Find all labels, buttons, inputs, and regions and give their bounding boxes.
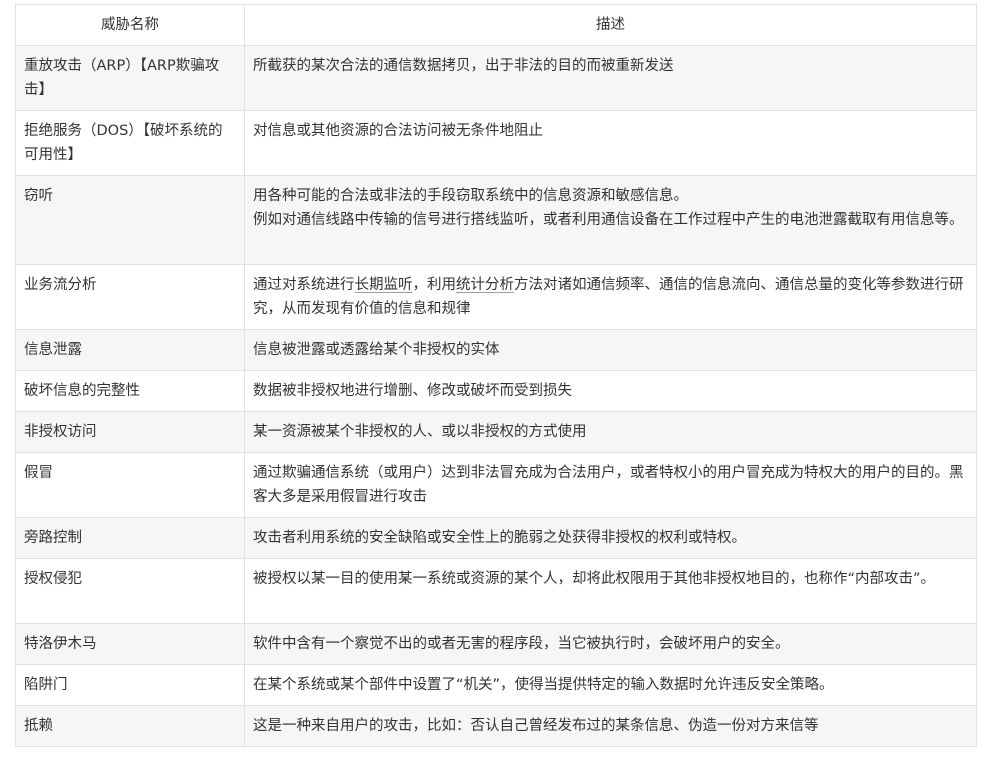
header-description: 描述 xyxy=(244,4,977,46)
table-row: 非授权访问 某一资源被某个非授权的人、或以非授权的方式使用 xyxy=(15,411,977,453)
description-line: 攻击者利用系统的安全缺陷或安全性上的脆弱之处获得非授权的权利或特权。 xyxy=(253,530,746,546)
description-line: 所截获的某次合法的通信数据拷贝，出于非法的目的而被重新发送 xyxy=(253,58,674,74)
description-line: 通过欺骗通信系统（或用户）达到非法冒充成为合法用户，或者特权小的用户冒充成为特权… xyxy=(253,465,964,505)
threat-name-cell: 特洛伊木马 xyxy=(15,623,245,665)
description-line: 某一资源被某个非授权的人、或以非授权的方式使用 xyxy=(253,424,587,440)
table-header-row: 威胁名称 描述 xyxy=(15,4,977,46)
threat-description-cell: 攻击者利用系统的安全缺陷或安全性上的脆弱之处获得非授权的权利或特权。 xyxy=(244,517,977,559)
threat-name-cell: 重放攻击（ARP）【ARP欺骗攻击】 xyxy=(15,45,245,111)
description-line: 软件中含有一个察觉不出的或者无害的程序段，当它被执行时，会破坏用户的安全。 xyxy=(253,636,790,652)
table-row: 陷阱门 在某个系统或某个部件中设置了“机关”，使得当提供特定的输入数据时允许违反安… xyxy=(15,664,977,706)
threat-name-cell: 非授权访问 xyxy=(15,411,245,453)
description-line: 用各种可能的合法或非法的手段窃取系统中的信息资源和敏感信息。 xyxy=(253,188,688,204)
description-line: 这是一种来自用户的攻击，比如：否认自己曾经发布过的某条信息、伪造一份对方来信等 xyxy=(253,718,819,734)
threat-description-cell: 通过对系统进行长期监听，利用统计分析方法对诸如通信频率、通信的信息流向、通信总量… xyxy=(244,264,977,330)
threat-description-cell: 某一资源被某个非授权的人、或以非授权的方式使用 xyxy=(244,411,977,453)
description-line: 例如对通信线路中传输的信号进行搭线监听，或者利用通信设备在工作过程中产生的电池泄… xyxy=(253,212,964,228)
table-row: 重放攻击（ARP）【ARP欺骗攻击】 所截获的某次合法的通信数据拷贝，出于非法的目… xyxy=(15,45,977,111)
threat-name-cell: 业务流分析 xyxy=(15,264,245,330)
table-row: 特洛伊木马 软件中含有一个察觉不出的或者无害的程序段，当它被执行时，会破坏用户的安… xyxy=(15,623,977,665)
threat-description-cell: 通过欺骗通信系统（或用户）达到非法冒充成为合法用户，或者特权小的用户冒充成为特权… xyxy=(244,452,977,518)
threat-description-cell: 这是一种来自用户的攻击，比如：否认自己曾经发布过的某条信息、伪造一份对方来信等 xyxy=(244,705,977,747)
table-row: 授权侵犯 被授权以某一目的使用某一系统或资源的某个人，却将此权限用于其他非授权地目… xyxy=(15,558,977,624)
threat-table: 威胁名称 描述 重放攻击（ARP）【ARP欺骗攻击】 所截获的某次合法的通信数据拷… xyxy=(15,4,977,747)
threat-description-cell: 软件中含有一个察觉不出的或者无害的程序段，当它被执行时，会破坏用户的安全。 xyxy=(244,623,977,665)
threat-table-container: 威胁名称 描述 重放攻击（ARP）【ARP欺骗攻击】 所截获的某次合法的通信数据拷… xyxy=(15,4,977,747)
threat-name-cell: 信息泄露 xyxy=(15,329,245,371)
description-line: 数据被非授权地进行增删、修改或破坏而受到损失 xyxy=(253,383,572,399)
threat-name-cell: 陷阱门 xyxy=(15,664,245,706)
threat-name-cell: 窃听 xyxy=(15,175,245,265)
threat-description-cell: 对信息或其他资源的合法访问被无条件地阻止 xyxy=(244,110,977,176)
threat-description-cell: 数据被非授权地进行增删、修改或破坏而受到损失 xyxy=(244,370,977,412)
table-body: 重放攻击（ARP）【ARP欺骗攻击】 所截获的某次合法的通信数据拷贝，出于非法的目… xyxy=(15,45,977,747)
description-line: 信息被泄露或透露给某个非授权的实体 xyxy=(253,342,500,358)
term-link[interactable]: 统计分析 xyxy=(456,277,514,293)
term-link[interactable]: 长期监听 xyxy=(355,277,413,293)
table-row: 窃听 用各种可能的合法或非法的手段窃取系统中的信息资源和敏感信息。例如对通信线路中… xyxy=(15,175,977,265)
threat-description-cell: 所截获的某次合法的通信数据拷贝，出于非法的目的而被重新发送 xyxy=(244,45,977,111)
description-text: ，利用 xyxy=(412,277,457,293)
table-row: 业务流分析 通过对系统进行长期监听，利用统计分析方法对诸如通信频率、通信的信息流向… xyxy=(15,264,977,330)
header-threat-name: 威胁名称 xyxy=(15,4,245,46)
threat-name-cell: 破坏信息的完整性 xyxy=(15,370,245,412)
threat-name-cell: 授权侵犯 xyxy=(15,558,245,624)
description-text: 通过对系统进行 xyxy=(253,277,355,293)
table-row: 假冒 通过欺骗通信系统（或用户）达到非法冒充成为合法用户，或者特权小的用户冒充成为… xyxy=(15,452,977,518)
table-row: 旁路控制 攻击者利用系统的安全缺陷或安全性上的脆弱之处获得非授权的权利或特权。 xyxy=(15,517,977,559)
table-row: 抵赖 这是一种来自用户的攻击，比如：否认自己曾经发布过的某条信息、伪造一份对方来信… xyxy=(15,705,977,747)
description-line: 被授权以某一目的使用某一系统或资源的某个人，却将此权限用于其他非授权地目的，也称… xyxy=(253,571,936,587)
description-line: 在某个系统或某个部件中设置了“机关”，使得当提供特定的输入数据时允许违反安全策略… xyxy=(253,677,834,693)
table-row: 信息泄露 信息被泄露或透露给某个非授权的实体 xyxy=(15,329,977,371)
table-row: 破坏信息的完整性 数据被非授权地进行增删、修改或破坏而受到损失 xyxy=(15,370,977,412)
threat-name-cell: 拒绝服务（DOS）【破坏系统的可用性】 xyxy=(15,110,245,176)
threat-description-cell: 在某个系统或某个部件中设置了“机关”，使得当提供特定的输入数据时允许违反安全策略… xyxy=(244,664,977,706)
threat-description-cell: 信息被泄露或透露给某个非授权的实体 xyxy=(244,329,977,371)
threat-description-cell: 被授权以某一目的使用某一系统或资源的某个人，却将此权限用于其他非授权地目的，也称… xyxy=(244,558,977,624)
threat-name-cell: 旁路控制 xyxy=(15,517,245,559)
threat-description-cell: 用各种可能的合法或非法的手段窃取系统中的信息资源和敏感信息。例如对通信线路中传输… xyxy=(244,175,977,265)
table-row: 拒绝服务（DOS）【破坏系统的可用性】 对信息或其他资源的合法访问被无条件地阻止 xyxy=(15,110,977,176)
threat-name-cell: 假冒 xyxy=(15,452,245,518)
description-line: 对信息或其他资源的合法访问被无条件地阻止 xyxy=(253,123,543,139)
threat-name-cell: 抵赖 xyxy=(15,705,245,747)
